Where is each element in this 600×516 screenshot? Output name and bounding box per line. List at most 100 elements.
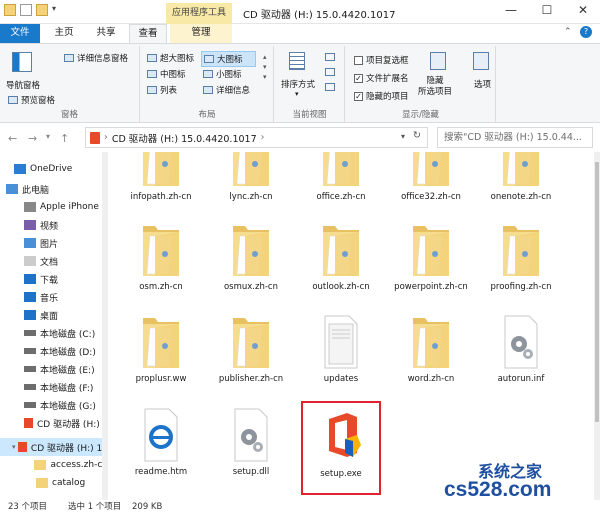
file-item[interactable]: osm.zh-cn (117, 222, 205, 310)
nav-drive-c[interactable]: 本地磁盘 (C:) (0, 324, 108, 342)
details-pane-button[interactable]: 详细信息窗格 (64, 52, 128, 64)
close-button[interactable]: ✕ (568, 3, 598, 17)
file-item[interactable]: autorun.inf (477, 314, 565, 402)
file-item[interactable]: word.zh-cn (387, 314, 475, 402)
nav-downloads[interactable]: 下载 (0, 270, 108, 288)
nav-item-label: 此电脑 (22, 185, 50, 196)
layout-medium-icons[interactable]: 中图标 (147, 68, 186, 80)
nav-drive-f[interactable]: 本地磁盘 (F:) (0, 378, 108, 396)
chevron-down-icon[interactable]: ▾ (12, 443, 16, 451)
recent-dropdown-icon[interactable]: ▾ (46, 132, 50, 141)
nav-drive-g[interactable]: 本地磁盘 (G:) (0, 396, 108, 414)
nav-videos[interactable]: 视频 (0, 216, 108, 234)
item-checkbox-toggle[interactable]: 项目复选框 (354, 54, 409, 66)
nav-documents[interactable]: 文档 (0, 252, 108, 270)
file-item[interactable]: outlook.zh-cn (297, 222, 385, 310)
file-item-selected[interactable]: setup.exe (301, 401, 381, 495)
nav-item-label: 本地磁盘 (C:) (40, 329, 96, 340)
sort-dropdown-icon[interactable]: ▾ (295, 90, 299, 98)
back-arrow-icon[interactable]: ← (8, 132, 17, 145)
nav-drive-h-folder[interactable]: ▾ CD 驱动器 (H:) 15 (0, 438, 108, 456)
layout-xlarge-icons[interactable]: 超大图标 (147, 52, 194, 64)
nav-pane-button[interactable]: 导航窗格 (6, 79, 40, 91)
nav-desktop[interactable]: 桌面 (0, 306, 108, 324)
nav-music[interactable]: 音乐 (0, 288, 108, 306)
hidden-items-toggle[interactable]: ✓ 隐藏的项目 (354, 90, 409, 102)
file-item[interactable]: publisher.zh-cn (207, 314, 295, 402)
breadcrumb-chevron-icon[interactable]: › (104, 132, 108, 143)
nav-drive-d[interactable]: 本地磁盘 (D:) (0, 342, 108, 360)
nav-item-label: 下载 (40, 275, 59, 286)
properties-icon[interactable] (20, 4, 32, 16)
maximize-button[interactable]: ☐ (532, 3, 562, 17)
tab-home[interactable]: 主页 (46, 24, 82, 43)
new-folder-icon[interactable] (36, 4, 48, 16)
checkbox-unchecked[interactable] (354, 55, 363, 65)
file-item[interactable]: office.zh-cn (297, 152, 385, 220)
nav-apple-iphone[interactable]: Apple iPhone (0, 198, 108, 216)
content-scrollbar[interactable] (594, 152, 600, 500)
nav-drive-h[interactable]: CD 驱动器 (H:) (0, 414, 108, 432)
file-item[interactable]: proplusr.ww (117, 314, 205, 402)
folder-icon[interactable] (4, 4, 16, 16)
help-icon[interactable]: ? (580, 26, 592, 38)
window-title: CD 驱动器 (H:) 15.0.4420.1017 (243, 10, 396, 21)
address-bar[interactable]: › CD 驱动器 (H:) 15.0.4420.1017 › ▾ ↻ (85, 127, 428, 148)
group-by-icon[interactable] (325, 53, 335, 61)
checkbox-checked[interactable]: ✓ (354, 73, 363, 83)
preview-pane-button[interactable]: 预览窗格 (8, 94, 55, 106)
minimize-button[interactable]: — (496, 3, 526, 17)
refresh-icon[interactable]: ↻ (413, 130, 421, 141)
search-input[interactable]: 搜索"CD 驱动器 (H:) 15.0.44... (437, 127, 593, 148)
folder-icon (411, 152, 451, 188)
nav-item-label: 本地磁盘 (D:) (40, 347, 96, 358)
nav-this-pc[interactable]: 此电脑 (0, 180, 108, 198)
add-columns-icon[interactable] (325, 68, 335, 76)
checkbox-checked[interactable]: ✓ (354, 91, 363, 101)
tab-view[interactable]: 查看 (129, 24, 167, 43)
forward-arrow-icon[interactable]: → (28, 132, 37, 145)
file-label: office32.zh-cn (401, 192, 461, 202)
breadcrumb-path[interactable]: CD 驱动器 (H:) 15.0.4420.1017 (112, 131, 257, 145)
layout-details[interactable]: 详细信息 (203, 84, 250, 96)
hide-selected-button[interactable]: 隐藏 所选项目 (418, 76, 452, 98)
nav-pictures[interactable]: 图片 (0, 234, 108, 252)
file-item[interactable]: osmux.zh-cn (207, 222, 295, 310)
options-button[interactable]: 选项 (474, 78, 491, 90)
details-icon (203, 86, 213, 94)
file-item[interactable]: office32.zh-cn (387, 152, 475, 220)
file-item[interactable]: powerpoint.zh-cn (387, 222, 475, 310)
address-dropdown-icon[interactable]: ▾ (401, 132, 405, 141)
file-item[interactable]: proofing.zh-cn (477, 222, 565, 310)
file-item[interactable]: onenote.zh-cn (477, 152, 565, 220)
layout-list[interactable]: 列表 (147, 84, 177, 96)
nav-drive-e[interactable]: 本地磁盘 (E:) (0, 360, 108, 378)
nav-pane-icon[interactable] (12, 52, 32, 72)
sort-icon (289, 52, 305, 70)
cloud-icon (14, 164, 26, 174)
layout-small-icons[interactable]: 小图标 (203, 68, 242, 80)
file-item[interactable]: lync.zh-cn (207, 152, 295, 220)
file-item[interactable]: updates (297, 314, 385, 402)
nav-item-label: 本地磁盘 (G:) (40, 401, 96, 412)
sort-button[interactable]: 排序方式 (281, 78, 315, 90)
chevron-down-icon[interactable]: ▾ (52, 4, 60, 16)
file-item[interactable]: setup.dll (207, 407, 295, 495)
tab-share[interactable]: 共享 (86, 24, 126, 43)
layout-large-icons[interactable]: 大图标 (201, 51, 256, 67)
nav-catalog-folder[interactable]: catalog (0, 474, 108, 492)
breadcrumb-chevron-icon[interactable]: › (261, 132, 265, 143)
nav-onedrive[interactable]: OneDrive (0, 160, 108, 178)
layout-scroll-icon[interactable]: ▴ ▾ ▾ (263, 52, 267, 82)
file-ext-toggle[interactable]: ✓ 文件扩展名 (354, 72, 409, 84)
ribbon-collapse-icon[interactable]: ⌃ (564, 27, 572, 37)
scroll-thumb[interactable] (595, 162, 599, 422)
size-columns-icon[interactable] (325, 83, 335, 91)
up-arrow-icon[interactable]: ↑ (60, 132, 69, 145)
file-item[interactable]: infopath.zh-cn (117, 152, 205, 220)
nav-access-folder[interactable]: access.zh-cn (0, 456, 108, 474)
file-item[interactable]: readme.htm (117, 407, 205, 495)
tab-manage[interactable]: 管理 (170, 24, 232, 43)
nav-scrollbar[interactable] (102, 152, 108, 500)
folder-icon (411, 222, 451, 278)
